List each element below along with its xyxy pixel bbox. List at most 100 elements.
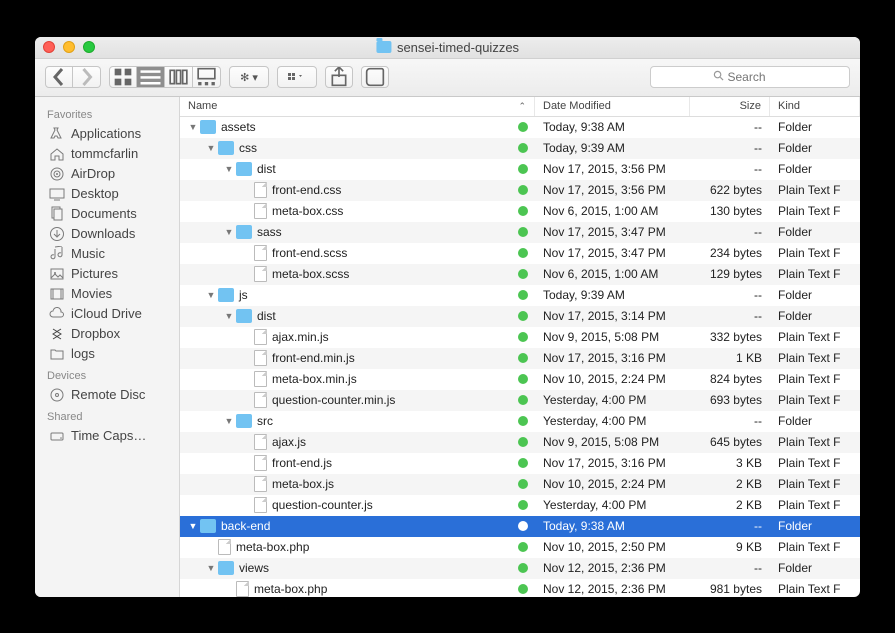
sidebar-item-downloads[interactable]: Downloads: [35, 224, 179, 244]
desktop-icon: [49, 186, 65, 202]
disc-icon: [49, 387, 65, 403]
sidebar-item-remotedisc[interactable]: Remote Disc: [35, 385, 179, 405]
search-input[interactable]: [728, 70, 788, 84]
header-date[interactable]: Date Modified: [535, 97, 690, 116]
sidebar-item-label: Dropbox: [71, 326, 120, 341]
file-row[interactable]: meta-box.scssNov 6, 2015, 1:00 AM129 byt…: [180, 264, 860, 285]
sync-status: [511, 353, 535, 363]
file-row[interactable]: meta-box.phpNov 10, 2015, 2:50 PM9 KBPla…: [180, 537, 860, 558]
list-view-button[interactable]: [137, 66, 165, 88]
sync-status: [511, 290, 535, 300]
file-row[interactable]: meta-box.cssNov 6, 2015, 1:00 AM130 byte…: [180, 201, 860, 222]
date-modified: Nov 10, 2015, 2:24 PM: [535, 372, 690, 386]
sidebar-item-documents[interactable]: Documents: [35, 204, 179, 224]
date-modified: Nov 17, 2015, 3:56 PM: [535, 162, 690, 176]
sync-status: [511, 521, 535, 531]
titlebar[interactable]: sensei-timed-quizzes: [35, 37, 860, 59]
arrange-menu-button[interactable]: [277, 66, 317, 88]
synced-icon: [518, 437, 528, 447]
close-button[interactable]: [43, 41, 55, 53]
search-field[interactable]: [650, 66, 850, 88]
home-icon: [49, 146, 65, 162]
file-kind: Folder: [770, 141, 860, 155]
folder-row[interactable]: ▼srcYesterday, 4:00 PM--Folder: [180, 411, 860, 432]
file-row[interactable]: ajax.min.jsNov 9, 2015, 5:08 PM332 bytes…: [180, 327, 860, 348]
disclosure-triangle-icon[interactable]: ▼: [224, 227, 234, 237]
sidebar-item-applications[interactable]: Applications: [35, 124, 179, 144]
folder-row[interactable]: ▼cssToday, 9:39 AM--Folder: [180, 138, 860, 159]
file-name: front-end.css: [272, 183, 341, 197]
sidebar-item-logs[interactable]: logs: [35, 344, 179, 364]
dropbox-icon: [49, 326, 65, 342]
sidebar-section-header: Devices: [35, 364, 179, 385]
file-kind: Plain Text F: [770, 435, 860, 449]
header-kind[interactable]: Kind: [770, 97, 860, 116]
maximize-button[interactable]: [83, 41, 95, 53]
sidebar-item-dropbox[interactable]: Dropbox: [35, 324, 179, 344]
disclosure-triangle-icon[interactable]: ▼: [224, 311, 234, 321]
file-row[interactable]: meta-box.phpNov 12, 2015, 2:36 PM981 byt…: [180, 579, 860, 597]
folder-row[interactable]: ▼back-endToday, 9:38 AM--Folder: [180, 516, 860, 537]
disclosure-triangle-icon[interactable]: ▼: [224, 416, 234, 426]
header-size[interactable]: Size: [690, 97, 770, 116]
minimize-button[interactable]: [63, 41, 75, 53]
file-row[interactable]: question-counter.min.jsYesterday, 4:00 P…: [180, 390, 860, 411]
file-row[interactable]: ajax.jsNov 9, 2015, 5:08 PM645 bytesPlai…: [180, 432, 860, 453]
music-icon: [49, 246, 65, 262]
gallery-view-button[interactable]: [193, 66, 221, 88]
sidebar-item-tommcfarlin[interactable]: tommcfarlin: [35, 144, 179, 164]
sidebar-item-airdrop[interactable]: AirDrop: [35, 164, 179, 184]
file-name: sass: [257, 225, 282, 239]
sidebar-item-iclouddrive[interactable]: iCloud Drive: [35, 304, 179, 324]
file-size: 622 bytes: [690, 183, 770, 197]
action-menu-button[interactable]: ✻ ▾: [229, 66, 269, 88]
disclosure-triangle-icon[interactable]: ▼: [224, 164, 234, 174]
file-size: 332 bytes: [690, 330, 770, 344]
file-name: dist: [257, 162, 276, 176]
disclosure-triangle-icon[interactable]: ▼: [206, 143, 216, 153]
folder-row[interactable]: ▼jsToday, 9:39 AM--Folder: [180, 285, 860, 306]
disclosure-triangle-icon[interactable]: ▼: [206, 563, 216, 573]
folder-row[interactable]: ▼sassNov 17, 2015, 3:47 PM--Folder: [180, 222, 860, 243]
sidebar-item-movies[interactable]: Movies: [35, 284, 179, 304]
file-kind: Plain Text F: [770, 372, 860, 386]
file-row[interactable]: meta-box.jsNov 10, 2015, 2:24 PM2 KBPlai…: [180, 474, 860, 495]
sync-status: [511, 332, 535, 342]
sidebar-item-music[interactable]: Music: [35, 244, 179, 264]
icon-view-button[interactable]: [109, 66, 137, 88]
folder-row[interactable]: ▼distNov 17, 2015, 3:14 PM--Folder: [180, 306, 860, 327]
sidebar-item-desktop[interactable]: Desktop: [35, 184, 179, 204]
folder-row[interactable]: ▼assetsToday, 9:38 AM--Folder: [180, 117, 860, 138]
column-view-button[interactable]: [165, 66, 193, 88]
file-size: --: [690, 288, 770, 302]
disclosure-triangle-icon[interactable]: ▼: [188, 122, 198, 132]
date-modified: Yesterday, 4:00 PM: [535, 498, 690, 512]
file-name: css: [239, 141, 257, 155]
share-button[interactable]: [325, 66, 353, 88]
file-row[interactable]: question-counter.jsYesterday, 4:00 PM2 K…: [180, 495, 860, 516]
disclosure-triangle-icon[interactable]: ▼: [188, 521, 198, 531]
sync-status: [511, 164, 535, 174]
file-row[interactable]: front-end.cssNov 17, 2015, 3:56 PM622 by…: [180, 180, 860, 201]
file-row[interactable]: front-end.scssNov 17, 2015, 3:47 PM234 b…: [180, 243, 860, 264]
sidebar-item-timecaps[interactable]: Time Caps…: [35, 426, 179, 446]
back-button[interactable]: [45, 66, 73, 88]
sync-status: [511, 563, 535, 573]
date-modified: Today, 9:38 AM: [535, 519, 690, 533]
file-row[interactable]: front-end.jsNov 17, 2015, 3:16 PM3 KBPla…: [180, 453, 860, 474]
file-row[interactable]: front-end.min.jsNov 17, 2015, 3:16 PM1 K…: [180, 348, 860, 369]
tags-button[interactable]: [361, 66, 389, 88]
date-modified: Nov 17, 2015, 3:14 PM: [535, 309, 690, 323]
header-name[interactable]: Name⌃: [180, 97, 535, 116]
folder-row[interactable]: ▼viewsNov 12, 2015, 2:36 PM--Folder: [180, 558, 860, 579]
date-modified: Nov 17, 2015, 3:47 PM: [535, 246, 690, 260]
airdrop-icon: [49, 166, 65, 182]
date-modified: Nov 17, 2015, 3:47 PM: [535, 225, 690, 239]
folder-row[interactable]: ▼distNov 17, 2015, 3:56 PM--Folder: [180, 159, 860, 180]
forward-button[interactable]: [73, 66, 101, 88]
file-row[interactable]: meta-box.min.jsNov 10, 2015, 2:24 PM824 …: [180, 369, 860, 390]
sidebar-item-pictures[interactable]: Pictures: [35, 264, 179, 284]
disclosure-triangle-icon[interactable]: ▼: [206, 290, 216, 300]
folder-icon: [236, 162, 252, 176]
file-name: back-end: [221, 519, 270, 533]
